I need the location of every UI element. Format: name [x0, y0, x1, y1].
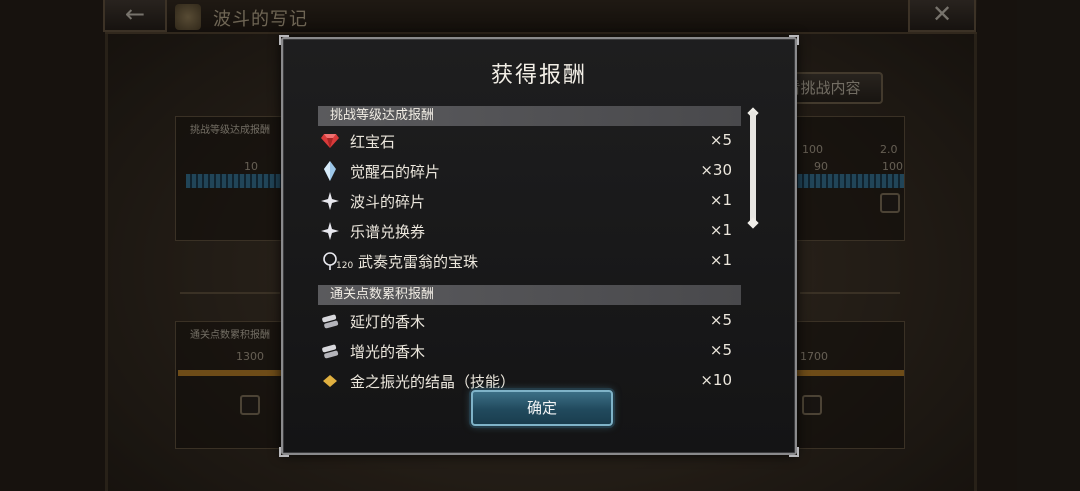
item-quantity: ×10	[700, 371, 732, 389]
reward-dialog: 获得报酬 挑战等级达成报酬 红宝石 ×5 觉醒石的碎片 ×30 波斗的碎片 ×1	[279, 35, 799, 457]
music-voucher-icon	[320, 221, 340, 241]
star-shard-icon	[320, 191, 340, 211]
item-name: 乐谱兑换券	[350, 223, 426, 241]
frame-corner	[279, 35, 289, 45]
dialog-title: 获得报酬	[490, 63, 587, 88]
list-item: 乐谱兑换券 ×1	[318, 216, 736, 246]
item-quantity: ×5	[709, 131, 732, 149]
item-name: 增光的香木	[350, 343, 426, 361]
frame-corner	[789, 447, 799, 457]
item-quantity: ×30	[700, 161, 732, 179]
item-quantity: ×5	[709, 341, 732, 359]
ruby-icon	[320, 131, 340, 151]
list-item: 波斗的碎片 ×1	[318, 186, 736, 216]
frame-corner	[279, 447, 289, 457]
item-name: 波斗的碎片	[350, 193, 426, 211]
scrollbar-thumb[interactable]	[750, 111, 756, 225]
item-name: 觉醒石的碎片	[350, 163, 441, 181]
section-header-level: 挑战等级达成报酬	[318, 106, 741, 126]
list-item: 红宝石 ×5	[318, 126, 736, 156]
item-name: 红宝石	[350, 133, 396, 151]
section-header-points: 通关点数累积报酬	[318, 285, 741, 305]
item-quantity: ×1	[709, 221, 732, 239]
incense-wood-icon	[320, 341, 340, 361]
item-quantity: ×5	[709, 311, 732, 329]
item-name: 延灯的香木	[350, 313, 426, 331]
list-item: 延灯的香木 ×5	[318, 306, 736, 336]
reward-list[interactable]: 挑战等级达成报酬 红宝石 ×5 觉醒石的碎片 ×30 波斗的碎片 ×1 乐谱兑换…	[318, 103, 748, 415]
awakening-shard-icon	[320, 161, 340, 181]
item-name: 武奏克雷翁的宝珠	[358, 253, 479, 271]
frame-corner	[789, 35, 799, 45]
item-level: 120	[336, 261, 354, 271]
list-item: 觉醒石的碎片 ×30	[318, 156, 736, 186]
item-quantity: ×1	[709, 191, 732, 209]
list-item: 120 武奏克雷翁的宝珠 ×1	[318, 246, 736, 276]
confirm-button[interactable]: 确定	[471, 390, 613, 426]
item-quantity: ×1	[709, 251, 732, 269]
incense-wood-icon	[320, 311, 340, 331]
list-item: 增光的香木 ×5	[318, 336, 736, 366]
crystal-icon	[320, 371, 340, 391]
item-name: 金之振光的结晶（技能）	[350, 373, 516, 391]
